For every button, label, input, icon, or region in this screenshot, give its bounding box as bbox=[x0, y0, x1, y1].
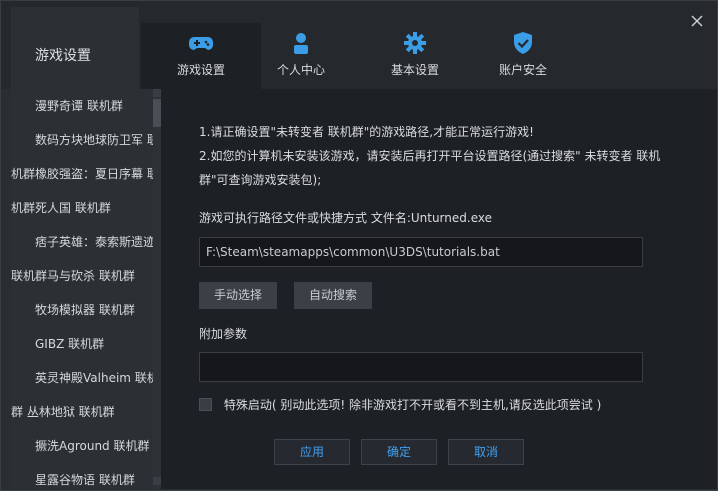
shield-icon bbox=[514, 32, 532, 54]
cancel-button[interactable]: 取消 bbox=[448, 439, 524, 465]
instruction-line-2: 2.如您的计算机未安装该游戏，请安装后再打开平台设置路径(通过搜索" 未转变者 … bbox=[199, 149, 661, 163]
settings-window: 游戏设置 游戏设置 个人中心 基本设置 账户安全 漫野奇谭 联机群 数码方块地球… bbox=[0, 0, 718, 491]
title-block: 游戏设置 bbox=[11, 7, 139, 89]
scroll-up-arrow[interactable] bbox=[153, 89, 161, 97]
manual-select-button[interactable]: 手动选择 bbox=[199, 282, 277, 309]
game-list-sidebar: 漫野奇谭 联机群 数码方块地球防卫军 联机群 机群橡胶强盗：夏日序幕 联机群 机… bbox=[11, 89, 161, 489]
game-path-input[interactable]: F:\Steam\steamapps\common\U3DS\tutorials… bbox=[199, 237, 643, 267]
auto-search-button[interactable]: 自动搜索 bbox=[294, 282, 372, 309]
sidebar-item[interactable]: GIBZ 联机群 bbox=[35, 327, 161, 361]
tab-label: 个人中心 bbox=[276, 63, 325, 77]
gamepad-icon bbox=[189, 37, 213, 50]
sidebar-item[interactable]: 牧场模拟器 联机群 bbox=[35, 293, 161, 327]
window-title: 游戏设置 bbox=[35, 48, 91, 64]
close-icon[interactable] bbox=[689, 13, 705, 29]
instruction-line-3: 群"可查询游戏安装包); bbox=[199, 173, 322, 187]
sidebar-item[interactable]: 机群死人国 联机群 bbox=[11, 191, 153, 225]
game-settings-panel: 1.请正确设置"未转变者 联机群"的游戏路径,才能正常运行游戏! 2.如您的计算… bbox=[161, 89, 717, 489]
tab-label: 账户安全 bbox=[498, 63, 547, 77]
sidebar-item[interactable]: 机群橡胶强盗：夏日序幕 联机群 bbox=[11, 157, 153, 191]
header-bar: 游戏设置 游戏设置 个人中心 基本设置 账户安全 bbox=[1, 1, 717, 89]
gear-icon bbox=[404, 32, 426, 54]
sidebar-item[interactable]: 英灵神殿Valheim 联机群 bbox=[35, 361, 161, 395]
tab-personal-center[interactable]: 个人中心 bbox=[241, 23, 361, 89]
instruction-line-1: 1.请正确设置"未转变者 联机群"的游戏路径,才能正常运行游戏! bbox=[199, 125, 534, 139]
special-launch-label: 特殊启动( 别动此选项! 除非游戏打不开或看不到主机,请反选此项尝试 ) bbox=[223, 398, 602, 412]
extra-params-label: 附加参数 bbox=[199, 327, 248, 341]
tab-label: 基本设置 bbox=[390, 63, 439, 77]
tab-basic-settings[interactable]: 基本设置 bbox=[355, 23, 475, 89]
apply-button[interactable]: 应用 bbox=[274, 439, 350, 465]
scroll-down-arrow[interactable] bbox=[153, 477, 161, 485]
sidebar-item[interactable]: 群 丛林地狱 联机群 bbox=[11, 395, 153, 429]
extra-params-input[interactable] bbox=[199, 352, 643, 382]
special-launch-checkbox[interactable] bbox=[199, 398, 212, 411]
tab-account-security[interactable]: 账户安全 bbox=[463, 23, 583, 89]
user-icon bbox=[294, 33, 308, 54]
ok-button[interactable]: 确定 bbox=[361, 439, 437, 465]
sidebar-item[interactable]: 撅洗Aground 联机群 bbox=[35, 429, 161, 463]
sidebar-item[interactable]: 数码方块地球防卫军 联机群 bbox=[35, 123, 161, 157]
sidebar-item[interactable]: 痞子英雄：泰索斯遗迹 联机群 bbox=[35, 225, 161, 259]
path-label: 游戏可执行路径文件或快捷方式 文件名:Unturned.exe bbox=[199, 211, 492, 225]
scroll-thumb[interactable] bbox=[153, 99, 161, 127]
sidebar-item[interactable]: 星露谷物语 联机群 bbox=[35, 463, 161, 489]
special-launch-row[interactable]: 特殊启动( 别动此选项! 除非游戏打不开或看不到主机,请反选此项尝试 ) bbox=[199, 396, 601, 414]
sidebar-scrollbar[interactable] bbox=[153, 89, 161, 489]
sidebar-item[interactable]: 联机群马与砍杀 联机群 bbox=[11, 259, 153, 293]
sidebar-item[interactable]: 漫野奇谭 联机群 bbox=[35, 89, 161, 123]
